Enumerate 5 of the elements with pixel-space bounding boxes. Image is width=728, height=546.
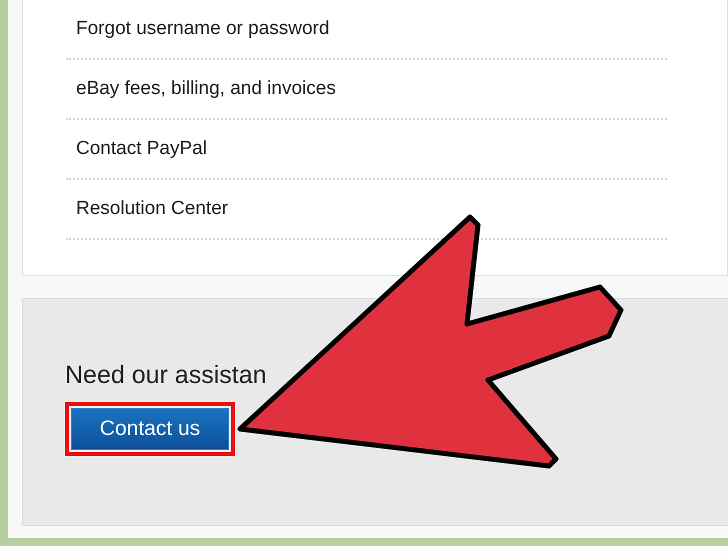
assistance-heading: Need our assistan [65, 361, 267, 390]
contact-us-button[interactable]: Contact us [71, 408, 229, 450]
help-link[interactable]: Forgot username or password [66, 0, 667, 60]
help-link[interactable]: eBay fees, billing, and invoices [66, 60, 667, 120]
help-link[interactable]: Contact PayPal [66, 120, 667, 180]
